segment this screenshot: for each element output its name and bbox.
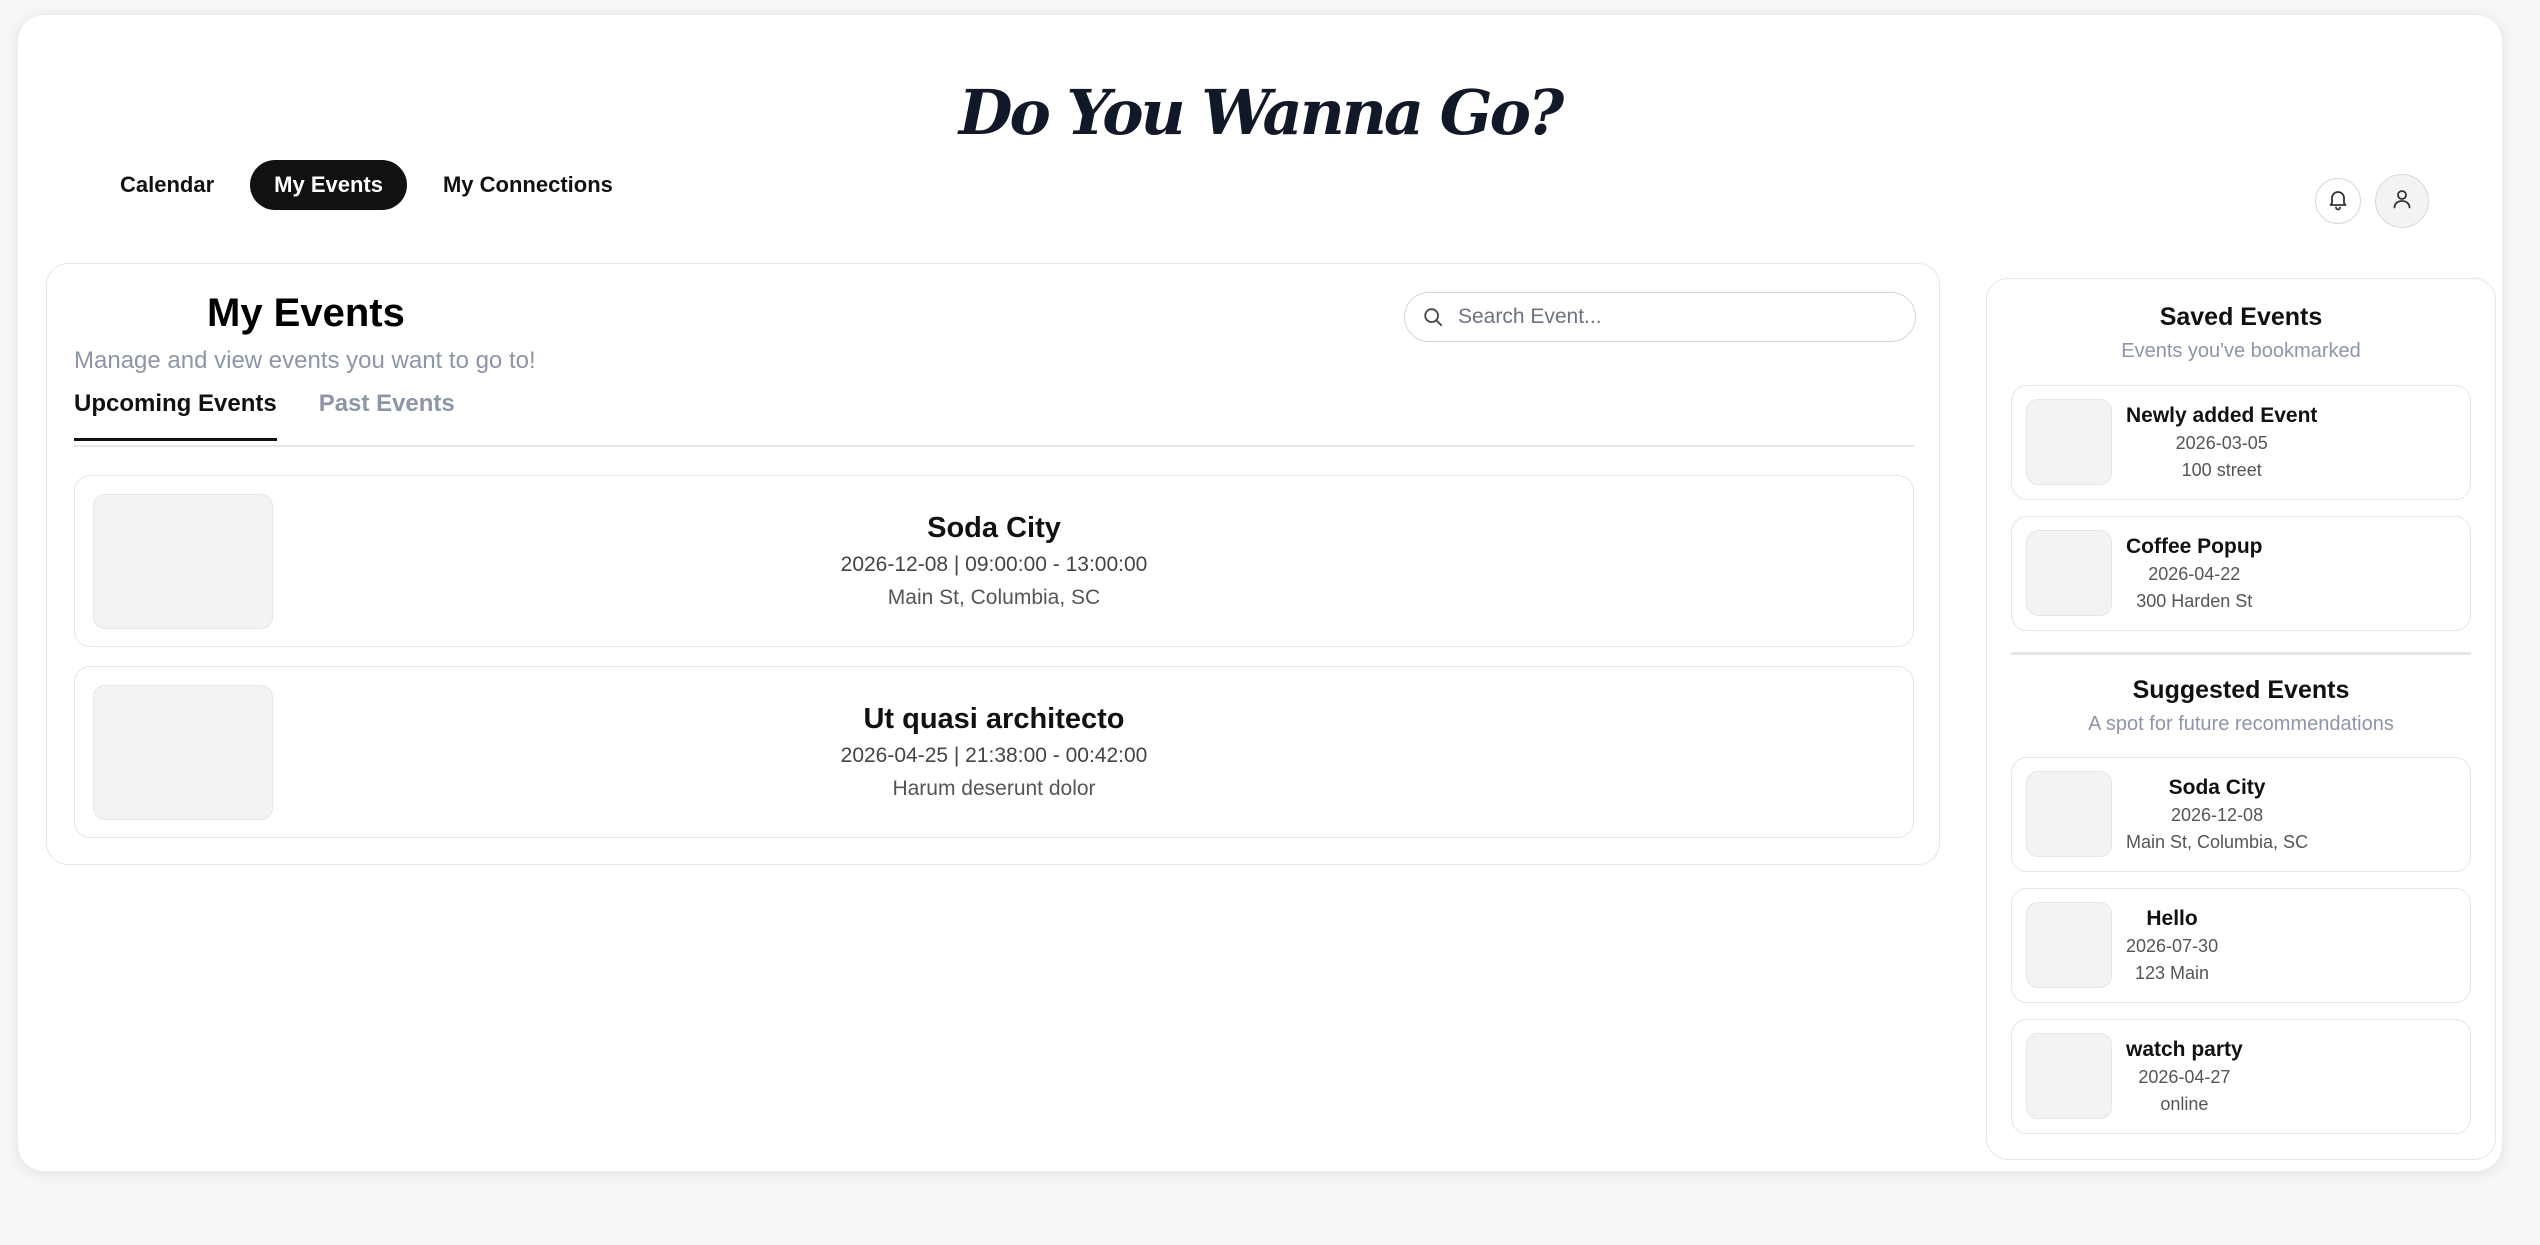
nav-tab-my-events[interactable]: My Events — [250, 160, 407, 210]
saved-event-date: 2026-03-05 — [2175, 433, 2268, 453]
event-location: Harum deserunt dolor — [892, 777, 1096, 800]
nav-tab-my-connections[interactable]: My Connections — [419, 160, 637, 210]
nav-tab-calendar[interactable]: Calendar — [96, 160, 238, 210]
main-nav: Calendar My Events My Connections — [96, 160, 649, 210]
saved-event-title: Coffee Popup — [2126, 535, 2263, 558]
event-details: Soda City 2026-12-08 | 09:00:00 - 13:00:… — [75, 510, 1913, 613]
suggested-event-location: Main St, Columbia, SC — [2126, 832, 2309, 852]
notifications-button[interactable] — [2315, 178, 2361, 224]
event-tabs: Upcoming Events Past Events — [74, 390, 497, 441]
suggested-event-card[interactable]: watch party 2026-04-27 online — [2011, 1019, 2471, 1134]
event-thumbnail — [2026, 399, 2112, 485]
saved-event-date: 2026-04-22 — [2148, 564, 2241, 584]
my-events-panel: My Events Manage and view events you wan… — [46, 263, 1940, 865]
event-datetime: 2026-04-25 | 21:38:00 - 00:42:00 — [840, 744, 1148, 767]
saved-events-title: Saved Events — [2159, 303, 2323, 331]
sidebar-panel: Saved Events Events you've bookmarked Ne… — [1986, 278, 2496, 1160]
suggested-event-card[interactable]: Hello 2026-07-30 123 Main — [2011, 888, 2471, 1003]
suggested-event-title: Hello — [2146, 907, 2198, 930]
tab-upcoming-events[interactable]: Upcoming Events — [74, 390, 277, 441]
page-title: My Events — [207, 291, 405, 335]
suggested-event-date: 2026-04-27 — [2138, 1067, 2231, 1087]
saved-events-subtitle: Events you've bookmarked — [2121, 340, 2361, 362]
event-card[interactable]: Soda City 2026-12-08 | 09:00:00 - 13:00:… — [74, 475, 1914, 647]
suggested-events-title: Suggested Events — [2132, 676, 2350, 704]
page-subtitle: Manage and view events you want to go to… — [74, 347, 536, 374]
suggested-event-details: watch party 2026-04-27 online — [2126, 1036, 2243, 1118]
saved-event-details: Newly added Event 2026-03-05 100 street — [2126, 402, 2317, 484]
suggested-event-title: watch party — [2126, 1038, 2243, 1061]
search-box[interactable] — [1404, 292, 1916, 342]
sidebar-divider — [2011, 652, 2471, 655]
event-thumbnail — [2026, 530, 2112, 616]
event-thumbnail — [2026, 771, 2112, 857]
suggested-event-location: online — [2160, 1094, 2209, 1114]
event-details: Ut quasi architecto 2026-04-25 | 21:38:0… — [75, 701, 1913, 804]
event-card[interactable]: Ut quasi architecto 2026-04-25 | 21:38:0… — [74, 666, 1914, 838]
saved-event-location: 100 street — [2181, 460, 2262, 480]
suggested-event-details: Hello 2026-07-30 123 Main — [2126, 905, 2218, 987]
event-thumbnail — [2026, 1033, 2112, 1119]
event-title: Ut quasi architecto — [863, 703, 1125, 735]
event-location: Main St, Columbia, SC — [887, 586, 1101, 609]
saved-event-details: Coffee Popup 2026-04-22 300 Harden St — [2126, 533, 2263, 615]
suggested-event-date: 2026-12-08 — [2171, 805, 2264, 825]
suggested-event-details: Soda City 2026-12-08 Main St, Columbia, … — [2126, 774, 2308, 856]
saved-event-card[interactable]: Newly added Event 2026-03-05 100 street — [2011, 385, 2471, 500]
event-title: Soda City — [927, 512, 1061, 544]
profile-button[interactable] — [2375, 174, 2429, 228]
suggested-event-card[interactable]: Soda City 2026-12-08 Main St, Columbia, … — [2011, 757, 2471, 872]
saved-event-location: 300 Harden St — [2136, 591, 2253, 611]
tab-divider — [74, 445, 1914, 447]
brand-title: Do You Wanna Go? — [958, 76, 1565, 149]
suggested-event-date: 2026-07-30 — [2126, 936, 2219, 956]
search-icon — [1424, 308, 1443, 327]
suggested-event-location: 123 Main — [2135, 963, 2210, 983]
app-card: Do You Wanna Go? Calendar My Events My C… — [18, 15, 2502, 1171]
suggested-event-title: Soda City — [2168, 776, 2266, 799]
saved-event-title: Newly added Event — [2126, 404, 2318, 427]
saved-event-card[interactable]: Coffee Popup 2026-04-22 300 Harden St — [2011, 516, 2471, 631]
event-datetime: 2026-12-08 | 09:00:00 - 13:00:00 — [840, 553, 1148, 576]
user-icon — [2390, 187, 2414, 216]
event-thumbnail — [2026, 902, 2112, 988]
suggested-events-subtitle: A spot for future recommendations — [2088, 713, 2394, 735]
tab-past-events[interactable]: Past Events — [319, 390, 455, 441]
bell-icon — [2326, 187, 2350, 216]
search-input[interactable] — [1456, 304, 1890, 330]
